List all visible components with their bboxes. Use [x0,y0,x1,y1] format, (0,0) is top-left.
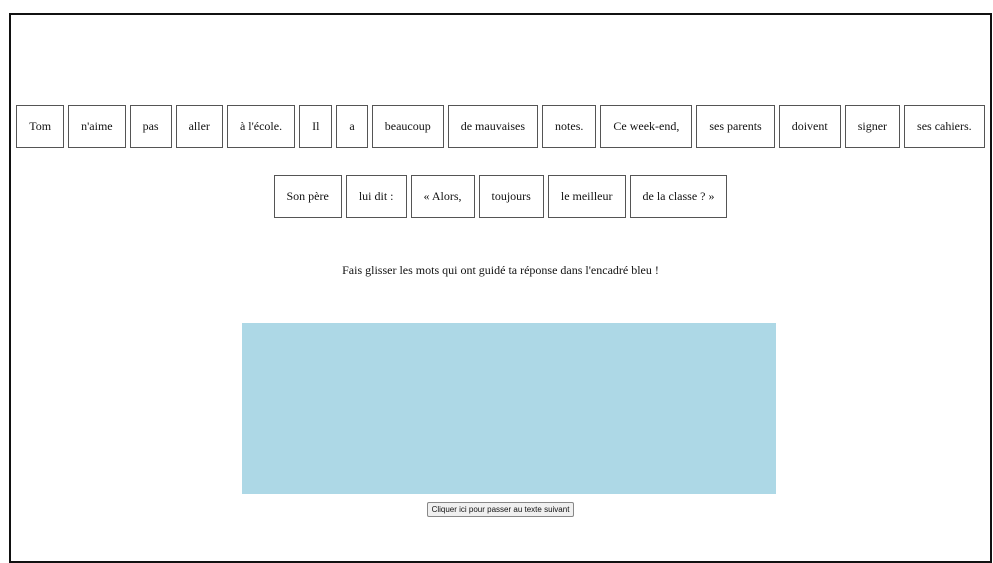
word-tile[interactable]: toujours [478,175,544,218]
word-tile[interactable]: Il [299,105,333,148]
word-row-1: Tom n'aime pas aller à l'école. Il a bea… [11,105,990,148]
word-tile[interactable]: ses parents [696,105,775,148]
word-tile[interactable]: à l'école. [226,105,296,148]
word-tile[interactable]: signer [844,105,901,148]
word-tile[interactable]: de mauvaises [447,105,539,148]
word-tile[interactable]: Ce week-end, [600,105,693,148]
exercise-frame: Tom n'aime pas aller à l'école. Il a bea… [9,13,992,563]
word-tile[interactable]: ses cahiers. [904,105,985,148]
word-tile[interactable]: notes. [542,105,597,148]
word-tile[interactable]: beaucoup [371,105,444,148]
word-tile[interactable]: lui dit : [345,175,407,218]
drop-zone[interactable] [242,323,776,494]
word-tile[interactable]: pas [129,105,172,148]
next-button-wrapper: Cliquer ici pour passer au texte suivant [11,502,990,517]
word-tile[interactable]: doivent [778,105,841,148]
instruction-text: Fais glisser les mots qui ont guidé ta r… [342,263,659,277]
next-text-button[interactable]: Cliquer ici pour passer au texte suivant [426,502,575,517]
word-tile[interactable]: « Alors, [410,175,475,218]
word-row-2: Son père lui dit : « Alors, toujours le … [11,175,990,218]
word-tile[interactable]: aller [175,105,223,148]
word-tile[interactable]: Son père [273,175,342,218]
word-tile[interactable]: a [336,105,368,148]
word-tile[interactable]: Tom [16,105,65,148]
word-tile[interactable]: n'aime [68,105,126,148]
word-tile[interactable]: de la classe ? » [629,175,728,218]
word-tile[interactable]: le meilleur [547,175,626,218]
